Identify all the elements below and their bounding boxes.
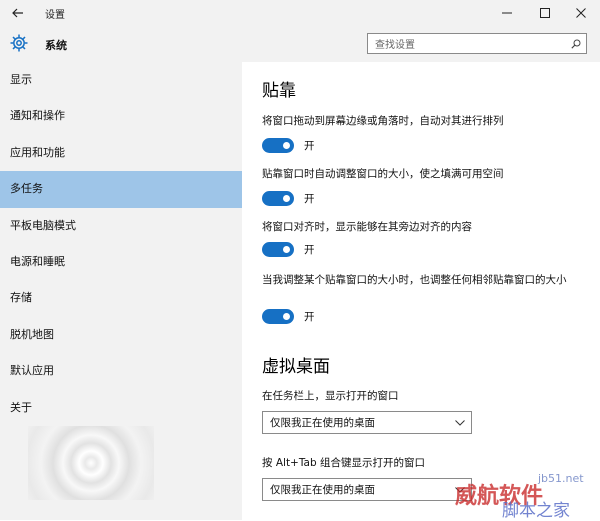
- taskbar-windows-label: 在任务栏上，显示打开的窗口: [262, 390, 399, 402]
- toggle-knob: [283, 142, 290, 149]
- toggle-knob: [283, 246, 290, 253]
- back-button[interactable]: [6, 3, 30, 23]
- sidebar-nav: 显示 通知和操作 应用和功能 多任务 平板电脑模式 电源和睡眠 存储 脱机地图 …: [0, 62, 242, 426]
- sidebar-item-power-sleep[interactable]: 电源和睡眠: [0, 244, 242, 280]
- toggle-state-label: 开: [304, 311, 315, 323]
- toggle-state-label: 开: [304, 193, 315, 205]
- snap-auto-resize-toggle[interactable]: [262, 191, 294, 206]
- sidebar-header: 系统: [0, 26, 242, 62]
- content-header: 查找设置: [242, 26, 600, 62]
- toggle-knob: [283, 313, 290, 320]
- sidebar-item-tablet-mode[interactable]: 平板电脑模式: [0, 208, 242, 244]
- toggle-knob: [283, 195, 290, 202]
- sidebar-item-multitasking[interactable]: 多任务: [0, 171, 242, 208]
- back-arrow-icon: [12, 8, 23, 18]
- sidebar-item-about[interactable]: 关于: [0, 390, 242, 426]
- watermark-site-text: jb51.net: [538, 472, 584, 485]
- taskbar-windows-select[interactable]: 仅限我正在使用的桌面: [262, 411, 472, 434]
- toggle-state-label: 开: [304, 140, 315, 152]
- watermark: 威航软件 jb51.net 脚本之家: [450, 470, 600, 521]
- maximize-button[interactable]: [526, 0, 564, 26]
- maximize-icon: [540, 8, 550, 18]
- search-icon: [571, 39, 581, 49]
- virtual-desktops-section-title: 虚拟桌面: [262, 357, 330, 377]
- sidebar: 系统 显示 通知和操作 应用和功能 多任务 平板电脑模式 电源和睡眠 存储 脱机…: [0, 26, 242, 520]
- sidebar-item-default-apps[interactable]: 默认应用: [0, 353, 242, 389]
- sidebar-title: 系统: [45, 39, 67, 52]
- snap-option-label: 贴靠窗口时自动调整窗口的大小，使之填满可用空间: [262, 168, 504, 180]
- close-icon: [576, 8, 586, 18]
- search-input[interactable]: 查找设置: [367, 33, 587, 54]
- decorative-artwork: [28, 426, 154, 500]
- snap-resize-adjacent-toggle[interactable]: [262, 309, 294, 324]
- chevron-down-icon: [455, 419, 465, 426]
- snap-section-title: 贴靠: [262, 81, 296, 101]
- sidebar-item-apps[interactable]: 应用和功能: [0, 135, 242, 171]
- settings-content: 贴靠 将窗口拖动到屏幕边缘或角落时，自动对其进行排列 开 贴靠窗口时自动调整窗口…: [262, 62, 592, 520]
- sidebar-item-display[interactable]: 显示: [0, 62, 242, 98]
- sidebar-item-offline-maps[interactable]: 脱机地图: [0, 317, 242, 353]
- sidebar-item-storage[interactable]: 存储: [0, 280, 242, 316]
- select-value: 仅限我正在使用的桌面: [270, 417, 375, 429]
- gear-icon: [10, 34, 28, 52]
- search-placeholder: 查找设置: [375, 40, 415, 51]
- sidebar-item-notifications[interactable]: 通知和操作: [0, 98, 242, 134]
- minimize-icon: [502, 12, 512, 14]
- close-button[interactable]: [562, 0, 600, 26]
- minimize-button[interactable]: [488, 0, 526, 26]
- snap-option-label: 当我调整某个贴靠窗口的大小时，也调整任何相邻贴靠窗口的大小: [262, 274, 567, 286]
- select-value: 仅限我正在使用的桌面: [270, 484, 375, 496]
- toggle-state-label: 开: [304, 244, 315, 256]
- window-title: 设置: [45, 10, 65, 21]
- alttab-windows-select[interactable]: 仅限我正在使用的桌面: [262, 478, 472, 501]
- snap-show-next-toggle[interactable]: [262, 242, 294, 257]
- snap-option-label: 将窗口拖动到屏幕边缘或角落时，自动对其进行排列: [262, 115, 504, 127]
- watermark-sub-text: 脚本之家: [502, 501, 570, 521]
- snap-auto-arrange-toggle[interactable]: [262, 138, 294, 153]
- snap-option-label: 将窗口对齐时，显示能够在其旁边对齐的内容: [262, 221, 472, 233]
- title-bar: 设置: [0, 0, 600, 27]
